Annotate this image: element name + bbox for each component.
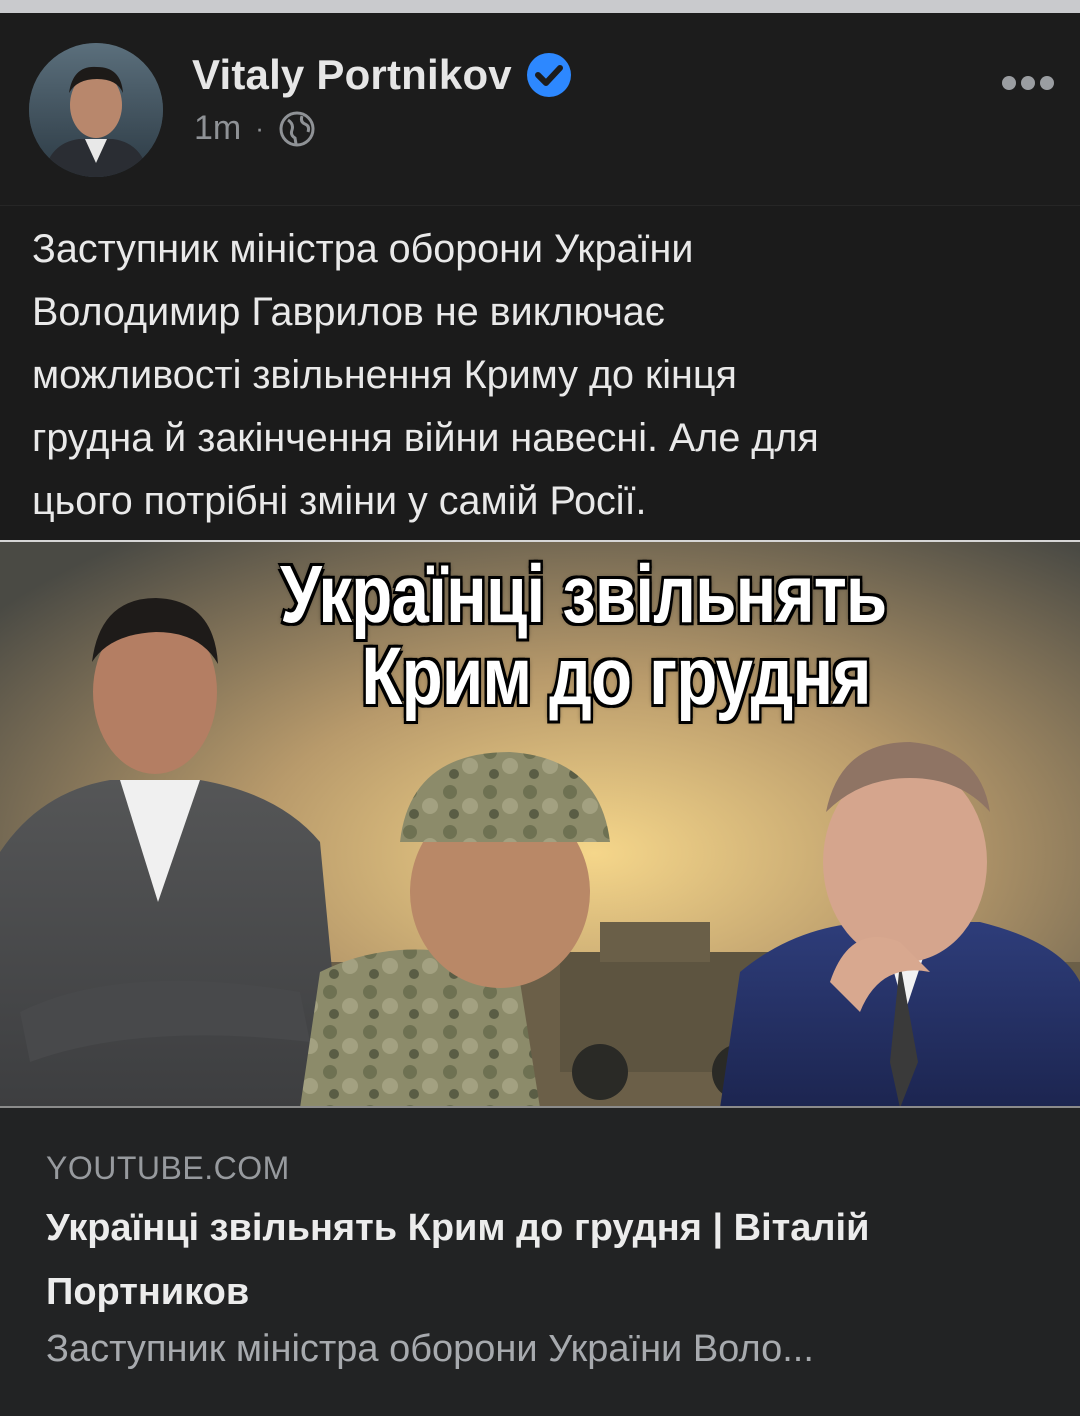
post-text: Заступник міністра оборони України Волод… — [32, 227, 819, 523]
post-time[interactable]: 1m — [194, 109, 241, 148]
post-meta: 1m · — [194, 109, 316, 148]
post-header: Vitaly Portnikov 1m · — [0, 13, 1080, 205]
header-divider — [0, 205, 1080, 206]
link-preview-card[interactable]: YOUTUBE.COM Українці звільнять Крим до г… — [0, 1106, 1080, 1416]
top-strip — [0, 0, 1080, 13]
link-title[interactable]: Українці звільнять Крим до грудня | Віта… — [46, 1196, 1046, 1324]
globe-icon[interactable] — [278, 110, 316, 148]
facebook-post: Vitaly Portnikov 1m · Заступник міністра… — [0, 13, 1080, 1416]
meta-separator: · — [255, 113, 264, 143]
author-name[interactable]: Vitaly Portnikov — [192, 51, 512, 99]
headline-line-2: Крим до грудня — [361, 631, 871, 722]
link-description: Заступник міністра оборони України Воло.… — [46, 1328, 814, 1370]
link-domain: YOUTUBE.COM — [46, 1150, 290, 1186]
link-thumbnail[interactable]: Українці звільнять Крим до грудня — [0, 540, 1080, 1108]
thumbnail-headline: Українці звільнять Крим до грудня — [238, 554, 928, 718]
verified-badge-icon — [526, 52, 572, 98]
author-avatar[interactable] — [29, 43, 163, 177]
headline-line-1: Українці звільнять — [279, 549, 887, 640]
more-options-icon[interactable] — [1001, 75, 1055, 91]
